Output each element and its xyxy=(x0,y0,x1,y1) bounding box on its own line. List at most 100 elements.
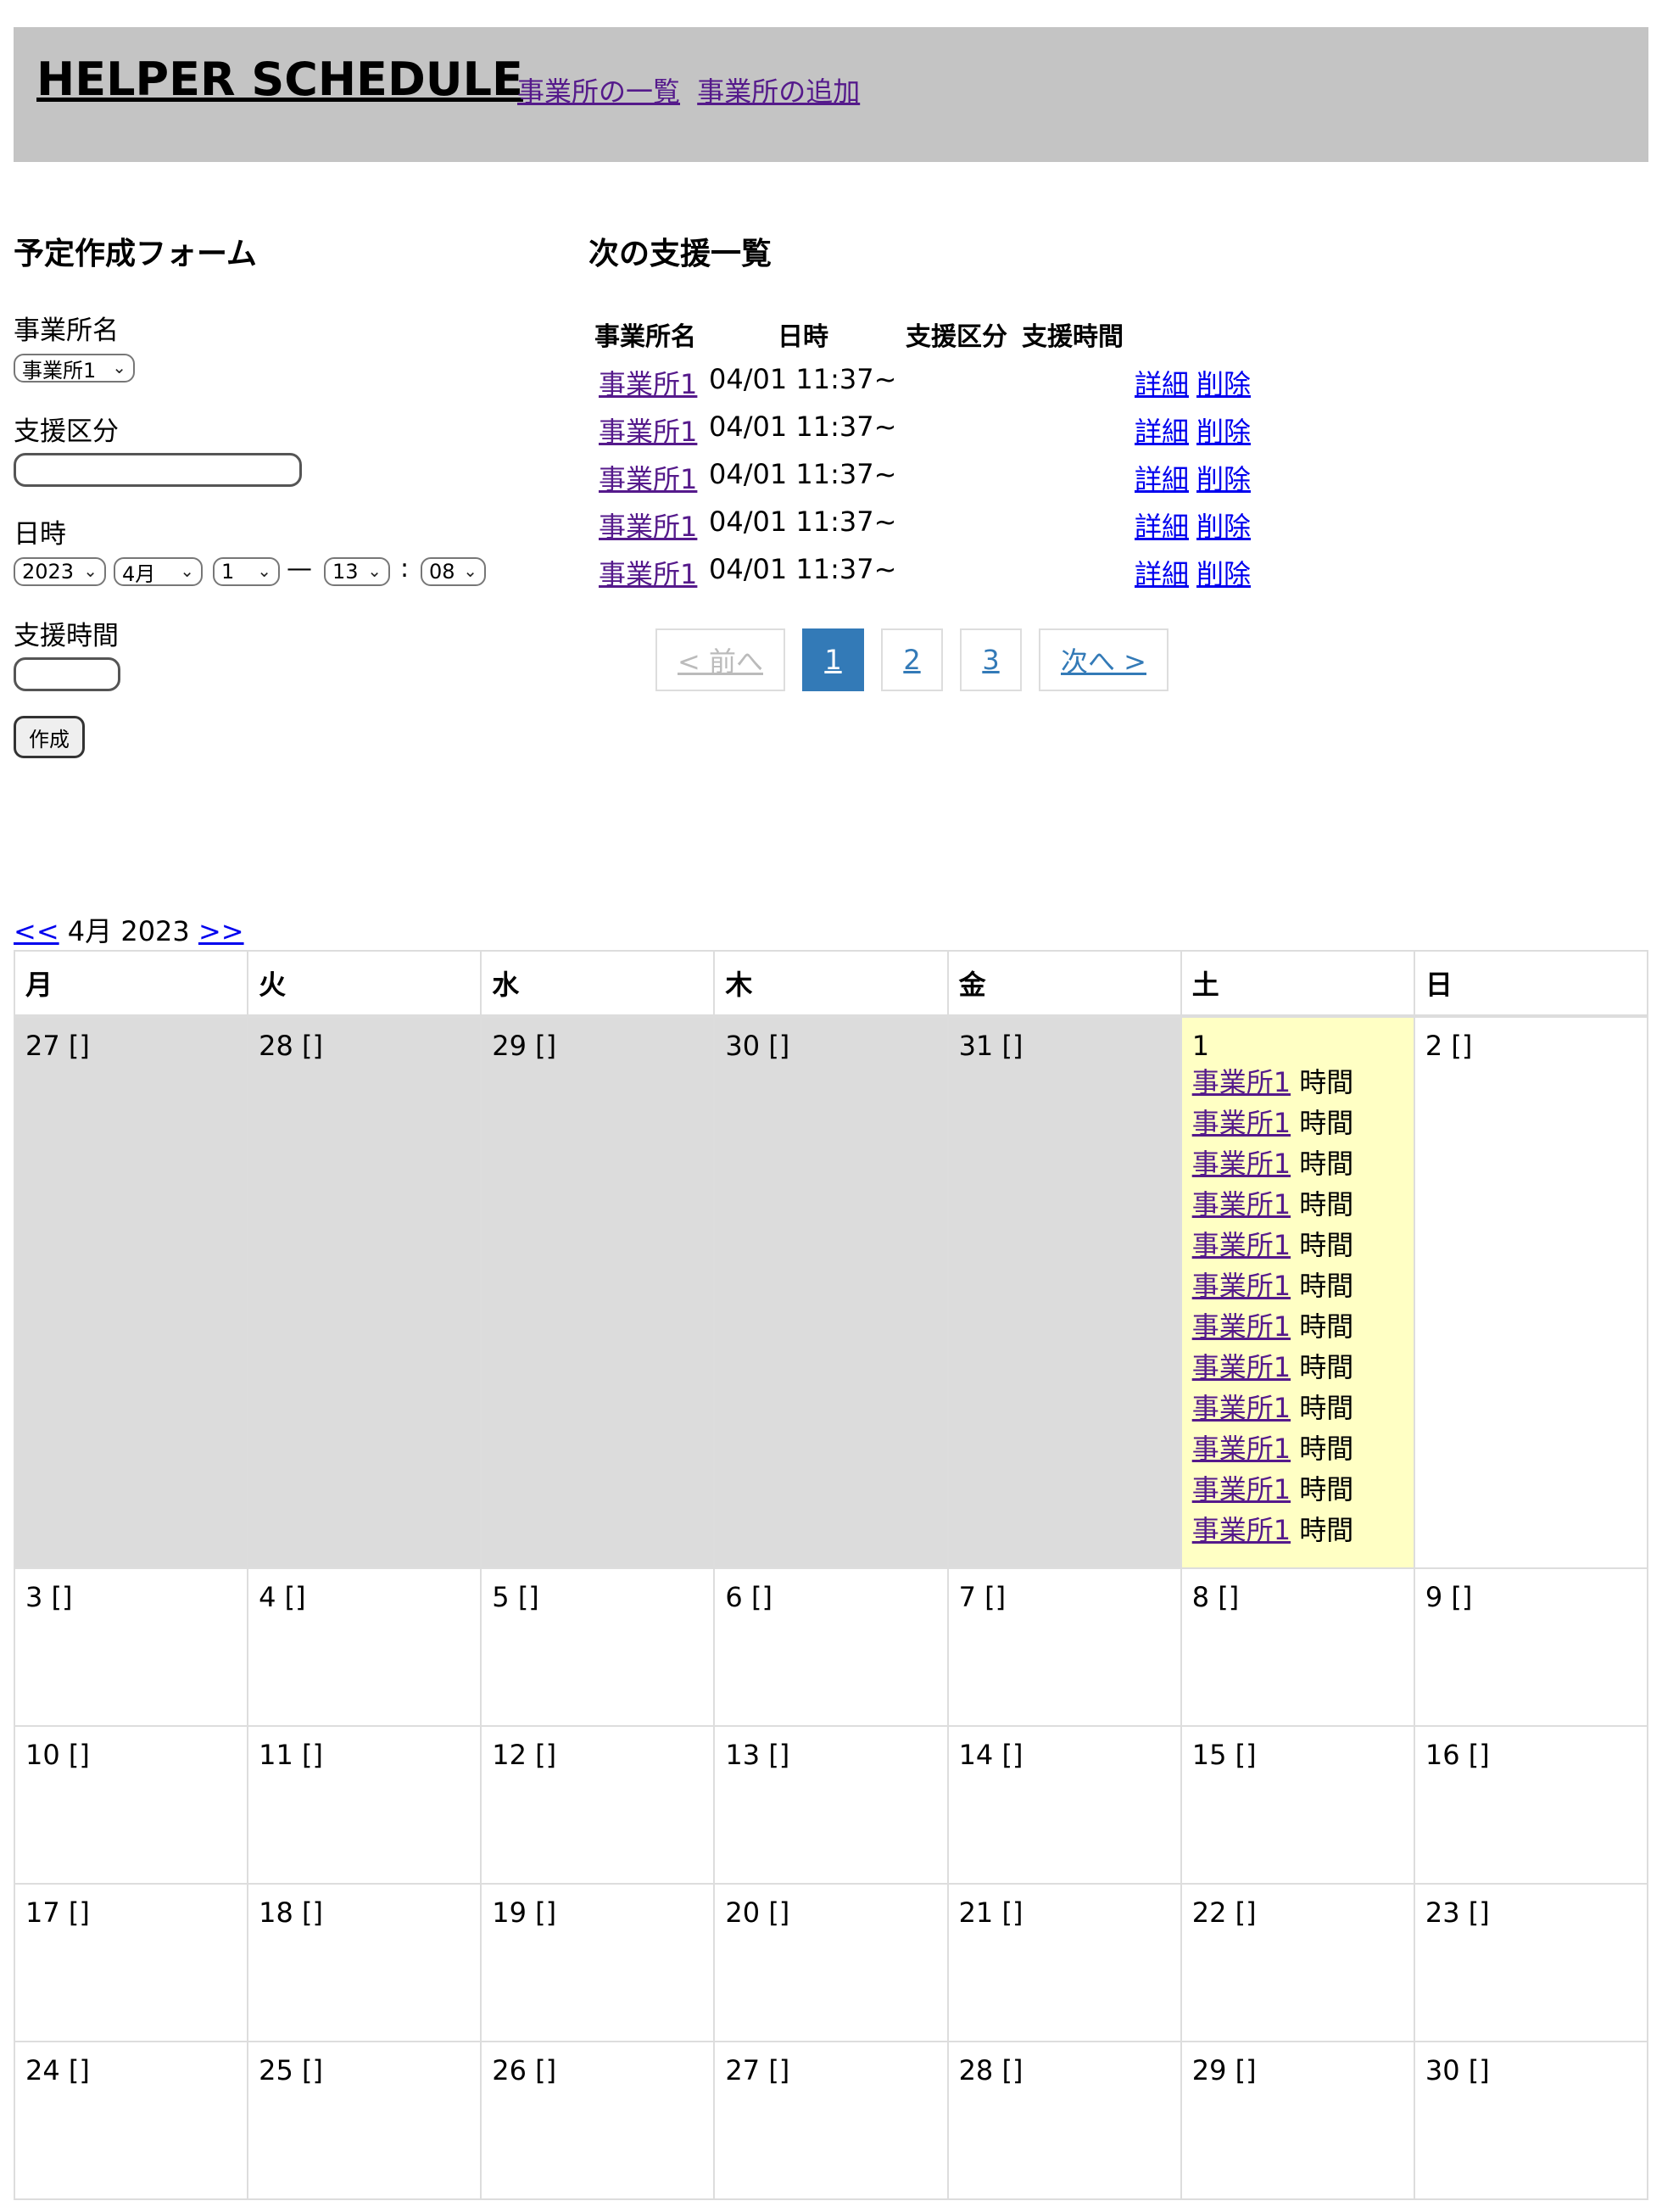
calendar-day-cell[interactable]: 29 [] xyxy=(1180,2041,1415,2200)
calendar-day-cell[interactable]: 17 [] xyxy=(13,1883,249,2042)
pagination-page-2[interactable]: 2 xyxy=(881,628,943,691)
calendar-day-cell[interactable]: 7 [] xyxy=(946,1567,1182,1727)
nav-add-office-link[interactable]: 事業所の追加 xyxy=(697,75,860,108)
calendar-day-cell[interactable]: 13 [] xyxy=(713,1725,949,1885)
day-events-bracket: [] xyxy=(742,1581,772,1613)
calendar-day-cell[interactable]: 29 [] xyxy=(480,1015,716,1569)
day-select[interactable]: 1 ⌄ xyxy=(213,557,280,586)
day-events-bracket: [] xyxy=(1442,1581,1473,1613)
calendar-day-cell[interactable]: 28 [] xyxy=(247,1015,482,1569)
calendar-event-office-link[interactable]: 事業所1 xyxy=(1192,1514,1291,1546)
calendar-day-cell[interactable]: 9 [] xyxy=(1413,1567,1649,1727)
month-select[interactable]: 4月 ⌄ xyxy=(114,557,203,586)
calendar-day-number: 7 [] xyxy=(959,1581,1170,1613)
hour-select[interactable]: 13 ⌄ xyxy=(324,557,390,586)
calendar-event-office-link[interactable]: 事業所1 xyxy=(1192,1107,1291,1139)
day-events-bracket: [] xyxy=(993,2054,1023,2086)
row-office-link[interactable]: 事業所1 xyxy=(599,506,697,545)
calendar-day-cell[interactable]: 6 [] xyxy=(713,1567,949,1727)
row-delete-link[interactable]: 削除 xyxy=(1196,363,1251,402)
day-number-text: 19 xyxy=(492,1896,527,1929)
row-delete-link[interactable]: 削除 xyxy=(1196,553,1251,592)
calendar-event-office-link[interactable]: 事業所1 xyxy=(1192,1148,1291,1180)
calendar-day-cell[interactable]: 16 [] xyxy=(1413,1725,1649,1885)
year-select[interactable]: 2023 ⌄ xyxy=(14,557,106,586)
row-detail-link[interactable]: 詳細 xyxy=(1135,506,1189,545)
day-events-bracket: [] xyxy=(527,2054,557,2086)
day-number-text: 30 xyxy=(725,1030,761,1062)
datetime-dash: — xyxy=(287,554,312,584)
calendar-day-cell[interactable]: 30 [] xyxy=(1413,2041,1649,2200)
calendar-day-cell[interactable]: 19 [] xyxy=(480,1883,716,2042)
calendar-event-office-link[interactable]: 事業所1 xyxy=(1192,1473,1291,1505)
office-select[interactable]: 事業所1 ⌄ xyxy=(14,354,135,383)
calendar-day-cell[interactable]: 27 [] xyxy=(713,2041,949,2200)
calendar-day-cell[interactable]: 15 [] xyxy=(1180,1725,1415,1885)
calendar-day-cell[interactable]: 20 [] xyxy=(713,1883,949,2042)
calendar-prev-month-link[interactable]: << xyxy=(14,915,59,947)
row-delete-link[interactable]: 削除 xyxy=(1196,458,1251,497)
row-detail-link[interactable]: 詳細 xyxy=(1135,553,1189,592)
pagination-next[interactable]: 次へ > xyxy=(1039,628,1168,691)
calendar-day-cell[interactable]: 4 [] xyxy=(247,1567,482,1727)
calendar-day-cell[interactable]: 12 [] xyxy=(480,1725,716,1885)
calendar-event-office-link[interactable]: 事業所1 xyxy=(1192,1351,1291,1383)
calendar-event-office-link[interactable]: 事業所1 xyxy=(1192,1229,1291,1261)
calendar-event: 事業所1 時間 xyxy=(1192,1225,1403,1265)
calendar-event-office-link[interactable]: 事業所1 xyxy=(1192,1188,1291,1221)
category-input[interactable] xyxy=(14,453,302,487)
datetime-label: 日時 xyxy=(14,519,66,550)
calendar-event-office-link[interactable]: 事業所1 xyxy=(1192,1066,1291,1098)
row-delete-link[interactable]: 削除 xyxy=(1196,411,1251,450)
minute-select[interactable]: 08 ⌄ xyxy=(421,557,486,586)
row-office-link[interactable]: 事業所1 xyxy=(599,553,697,592)
row-detail-link[interactable]: 詳細 xyxy=(1135,458,1189,497)
pagination-page-3[interactable]: 3 xyxy=(960,628,1022,691)
calendar-day-cell[interactable]: 1 事業所1 時間 事業所1 時間 事業所1 時間 事業所1 時間 事業所1 時間 事業所1… xyxy=(1180,1015,1415,1569)
pagination-page-1[interactable]: 1 xyxy=(802,628,864,691)
calendar-day-cell[interactable]: 11 [] xyxy=(247,1725,482,1885)
create-button[interactable]: 作成 xyxy=(14,716,85,758)
day-number-text: 5 xyxy=(492,1581,510,1613)
calendar-day-cell[interactable]: 25 [] xyxy=(247,2041,482,2200)
row-detail-link[interactable]: 詳細 xyxy=(1135,411,1189,450)
calendar-next-month-link[interactable]: >> xyxy=(198,915,244,947)
row-office-link[interactable]: 事業所1 xyxy=(599,411,697,450)
calendar-day-cell[interactable]: 26 [] xyxy=(480,2041,716,2200)
calendar-event-office-link[interactable]: 事業所1 xyxy=(1192,1270,1291,1302)
calendar-day-cell[interactable]: 14 [] xyxy=(946,1725,1182,1885)
calendar-event-office-link[interactable]: 事業所1 xyxy=(1192,1392,1291,1424)
calendar-day-cell[interactable]: 28 [] xyxy=(946,2041,1182,2200)
calendar-event: 事業所1 時間 xyxy=(1192,1510,1403,1550)
day-number-text: 17 xyxy=(25,1896,60,1929)
calendar-event-time: 時間 xyxy=(1291,1433,1354,1465)
duration-input[interactable] xyxy=(14,657,120,691)
calendar-day-cell[interactable]: 31 [] xyxy=(946,1015,1182,1569)
day-number-text: 29 xyxy=(492,1030,527,1062)
row-delete-link[interactable]: 削除 xyxy=(1196,506,1251,545)
calendar-grid: 月 火 水 木 金 土 日 27 [] 28 [] 29 [] 30 [] 31 [] 1… xyxy=(13,950,1649,2200)
calendar-day-cell[interactable]: 24 [] xyxy=(13,2041,249,2200)
calendar-day-cell[interactable]: 8 [] xyxy=(1180,1567,1415,1727)
calendar-day-cell[interactable]: 30 [] xyxy=(713,1015,949,1569)
calendar-day-cell[interactable]: 21 [] xyxy=(946,1883,1182,2042)
row-office-link[interactable]: 事業所1 xyxy=(599,458,697,497)
calendar-day-cell[interactable]: 23 [] xyxy=(1413,1883,1649,2042)
calendar-day-cell[interactable]: 3 [] xyxy=(13,1567,249,1727)
nav-office-list-link[interactable]: 事業所の一覧 xyxy=(517,75,680,108)
app-title[interactable]: HELPER SCHEDULE xyxy=(36,53,523,106)
calendar-day-number: 29 [] xyxy=(492,1030,703,1062)
row-detail-link[interactable]: 詳細 xyxy=(1135,363,1189,402)
calendar-day-cell[interactable]: 27 [] xyxy=(13,1015,249,1569)
calendar-day-cell[interactable]: 5 [] xyxy=(480,1567,716,1727)
year-select-value: 2023 xyxy=(22,560,75,584)
calendar-day-number: 26 [] xyxy=(492,2054,703,2086)
calendar-day-cell[interactable]: 22 [] xyxy=(1180,1883,1415,2042)
pagination-prev[interactable]: < 前へ xyxy=(655,628,785,691)
calendar-day-cell[interactable]: 10 [] xyxy=(13,1725,249,1885)
calendar-event-office-link[interactable]: 事業所1 xyxy=(1192,1433,1291,1465)
calendar-day-cell[interactable]: 18 [] xyxy=(247,1883,482,2042)
calendar-day-cell[interactable]: 2 [] xyxy=(1413,1015,1649,1569)
row-office-link[interactable]: 事業所1 xyxy=(599,363,697,402)
calendar-event-office-link[interactable]: 事業所1 xyxy=(1192,1310,1291,1343)
